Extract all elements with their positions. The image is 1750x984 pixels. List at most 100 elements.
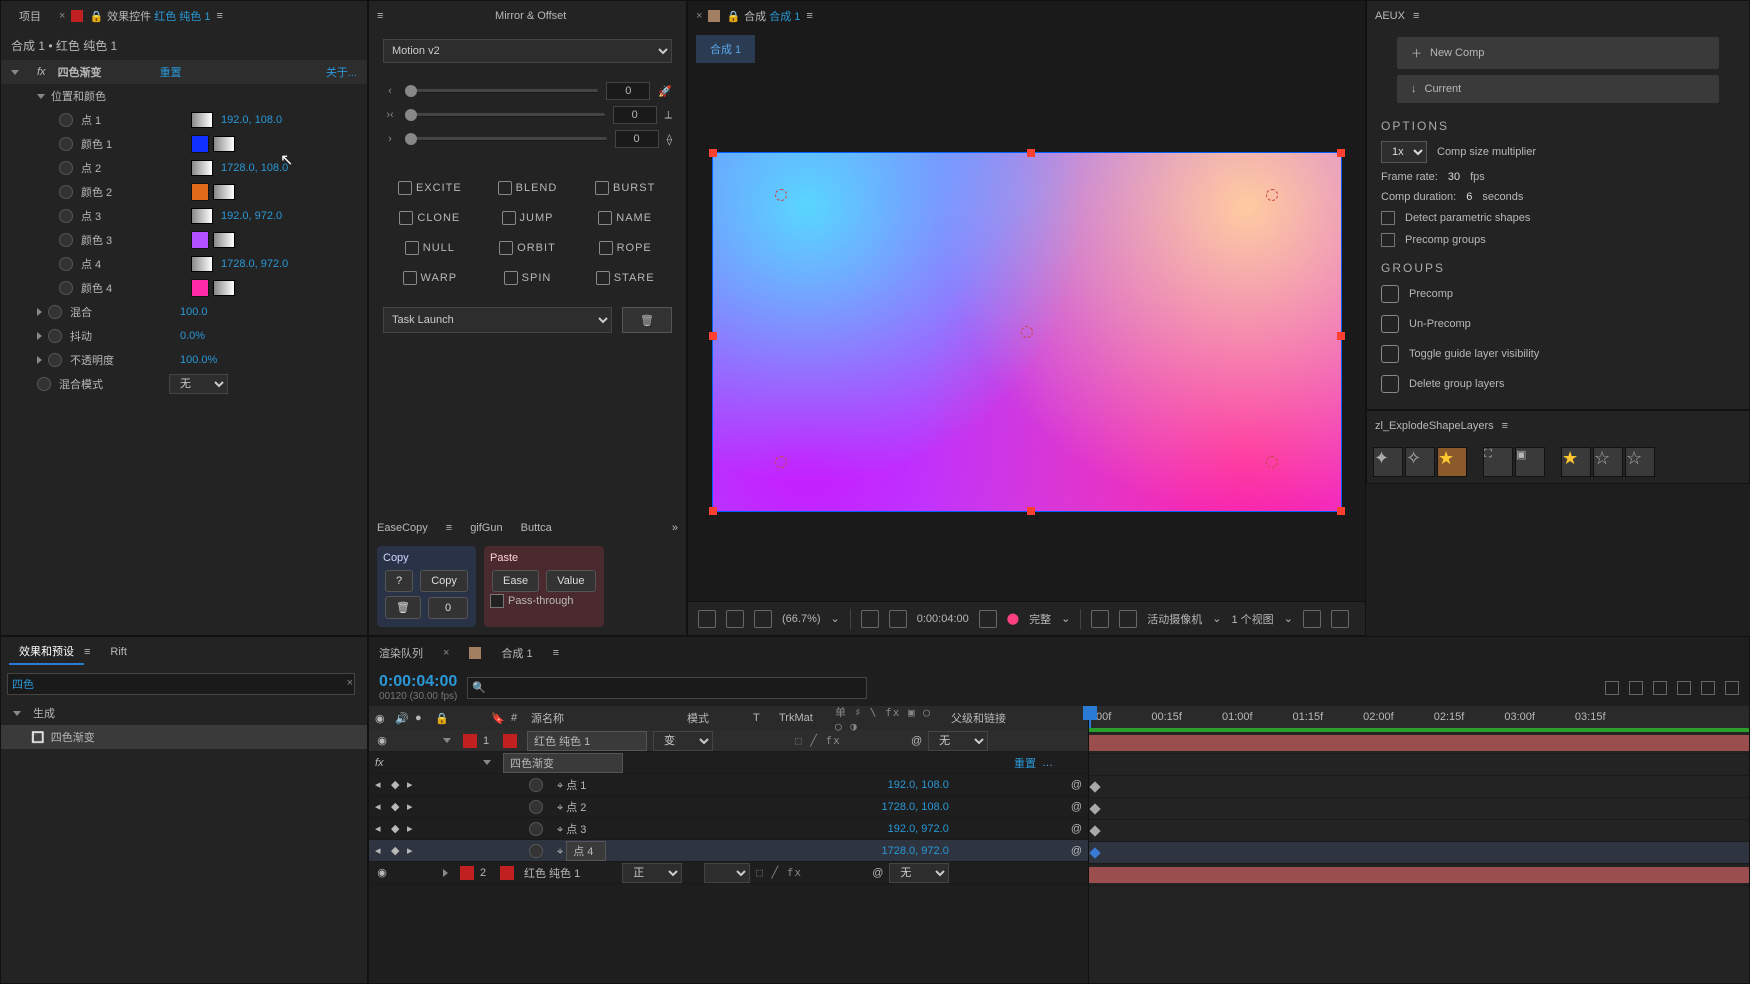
- clone-button[interactable]: CLONE: [383, 205, 477, 231]
- gifgun-tab[interactable]: gifGun: [470, 522, 502, 534]
- detect-checkbox[interactable]: [1381, 211, 1395, 225]
- chevron-right-icon[interactable]: ›: [383, 133, 397, 145]
- point1-value[interactable]: 192.0, 108.0: [221, 114, 282, 126]
- stopwatch-icon[interactable]: [59, 137, 73, 151]
- task-launch-select[interactable]: Task Launch: [383, 307, 612, 333]
- chevron-left-icon[interactable]: ‹: [383, 85, 397, 97]
- copy-button[interactable]: Copy: [420, 570, 468, 592]
- explode-btn6[interactable]: ★: [1561, 447, 1591, 477]
- stopwatch-icon[interactable]: [59, 113, 73, 127]
- shy-icon[interactable]: [1605, 681, 1619, 695]
- snap-icon[interactable]: [1725, 681, 1739, 695]
- keyframe[interactable]: [1089, 781, 1100, 792]
- res-icon[interactable]: [861, 610, 879, 628]
- rope-button[interactable]: ROPE: [578, 235, 672, 261]
- easecopy-tab[interactable]: EaseCopy: [377, 522, 428, 534]
- explode-btn4[interactable]: ⛶: [1483, 447, 1513, 477]
- reset-button[interactable]: 重置: [160, 64, 182, 80]
- rift-tab[interactable]: Rift: [110, 646, 127, 658]
- spin-button[interactable]: SPIN: [481, 265, 575, 291]
- layer1-expand[interactable]: [443, 738, 451, 743]
- tl-point2[interactable]: 1728.0, 108.0: [882, 801, 949, 813]
- eyedropper-icon[interactable]: [213, 136, 235, 152]
- exposure-icon[interactable]: [1303, 610, 1321, 628]
- fps-value[interactable]: 30: [1448, 171, 1460, 183]
- toggle-guide-action[interactable]: Toggle guide layer visibility: [1367, 339, 1749, 369]
- value-button[interactable]: Value: [546, 570, 595, 592]
- views-select[interactable]: 1 个视图: [1232, 611, 1274, 627]
- orbit-button[interactable]: ORBIT: [481, 235, 575, 261]
- slider1-value[interactable]: 0: [606, 82, 650, 100]
- about-link[interactable]: 关于...: [326, 64, 357, 80]
- stare-button[interactable]: STARE: [578, 265, 672, 291]
- preset-four-color[interactable]: 四色渐变: [51, 729, 95, 745]
- layer2-name[interactable]: 红色 纯色 1: [524, 865, 580, 881]
- explode-btn8[interactable]: ☆: [1625, 447, 1655, 477]
- tl-reset[interactable]: 重置: [1014, 755, 1036, 771]
- layer1-mode[interactable]: 变亮: [653, 731, 713, 751]
- layer1-bar[interactable]: [1089, 732, 1749, 754]
- zoom-level[interactable]: (66.7%): [782, 613, 821, 625]
- blend-value[interactable]: 100.0: [180, 306, 208, 318]
- draft3d-icon[interactable]: [1701, 681, 1715, 695]
- explode-btn1[interactable]: ✦: [1373, 447, 1403, 477]
- current-time-indicator[interactable]: [1089, 706, 1091, 728]
- viewer-time[interactable]: 0:00:04:00: [917, 613, 969, 625]
- excite-button[interactable]: EXCITE: [383, 175, 477, 201]
- layer2-label[interactable]: [460, 866, 474, 880]
- timeline-search-input[interactable]: [467, 677, 867, 699]
- name-button[interactable]: NAME: [578, 205, 672, 231]
- layer2-mode[interactable]: 正常: [622, 863, 682, 883]
- color-mgmt-icon[interactable]: ⬤: [1007, 612, 1019, 625]
- fast-preview-icon[interactable]: [1331, 610, 1349, 628]
- delete-groups-action[interactable]: Delete group layers: [1367, 369, 1749, 399]
- trash-button[interactable]: 🗑: [622, 307, 672, 333]
- frame-blend-icon[interactable]: [1629, 681, 1643, 695]
- color4-swatch[interactable]: [191, 279, 209, 297]
- graph-editor-icon[interactable]: [1677, 681, 1691, 695]
- keyframe-selected[interactable]: [1089, 847, 1100, 858]
- clear-search-icon[interactable]: ×: [347, 677, 353, 689]
- explode-btn3[interactable]: ★: [1437, 447, 1467, 477]
- passthrough-checkbox[interactable]: Pass-through: [490, 594, 573, 608]
- slider1[interactable]: [405, 89, 598, 93]
- null-button[interactable]: NULL: [383, 235, 477, 261]
- tl-point4[interactable]: 1728.0, 972.0: [882, 845, 949, 857]
- point4-value[interactable]: 1728.0, 972.0: [221, 258, 288, 270]
- burst-button[interactable]: BURST: [578, 175, 672, 201]
- effect-name[interactable]: 四色渐变: [58, 64, 148, 80]
- region-icon[interactable]: [698, 610, 716, 628]
- motion-preset-select[interactable]: Motion v2: [383, 39, 672, 63]
- project-tab[interactable]: 项目: [9, 4, 51, 28]
- target-icon[interactable]: [191, 112, 213, 128]
- tl-point1[interactable]: 192.0, 108.0: [888, 779, 949, 791]
- render-queue-tab[interactable]: 渲染队列: [379, 645, 423, 661]
- camera-select[interactable]: 活动摄像机: [1147, 611, 1202, 627]
- grid-icon[interactable]: [889, 610, 907, 628]
- buttca-tab[interactable]: Buttca: [521, 522, 552, 534]
- preset-search-input[interactable]: [7, 673, 355, 695]
- keyframe[interactable]: [1089, 803, 1100, 814]
- anchor-icon[interactable]: ⟂: [665, 109, 672, 122]
- composition-canvas[interactable]: [712, 152, 1342, 512]
- layer2-trkmat[interactable]: 无: [704, 863, 750, 883]
- keyframe[interactable]: [1089, 825, 1100, 836]
- jitter-value[interactable]: 0.0%: [180, 330, 205, 342]
- layer1-visibility[interactable]: ◉: [375, 734, 389, 747]
- alpha-icon[interactable]: [726, 610, 744, 628]
- new-comp-button[interactable]: ＋New Comp: [1397, 37, 1719, 69]
- unprecomp-action[interactable]: Un-Precomp: [1367, 309, 1749, 339]
- precomp-action[interactable]: Precomp: [1367, 279, 1749, 309]
- point3-value[interactable]: 192.0, 972.0: [221, 210, 282, 222]
- explode-btn7[interactable]: ☆: [1593, 447, 1623, 477]
- lock-col-icon[interactable]: 🔒: [435, 712, 449, 725]
- snapshot-icon[interactable]: [979, 610, 997, 628]
- mask-icon[interactable]: [754, 610, 772, 628]
- zero-field[interactable]: 0: [428, 597, 468, 619]
- fx-controls-tab[interactable]: 效果控件 红色 纯色 1: [107, 8, 210, 24]
- duration-value[interactable]: 6: [1466, 191, 1472, 203]
- transparency-icon[interactable]: [1091, 610, 1109, 628]
- current-button[interactable]: ↓Current: [1397, 75, 1719, 103]
- 3d-icon[interactable]: [1119, 610, 1137, 628]
- trash-small-button[interactable]: 🗑: [385, 596, 421, 619]
